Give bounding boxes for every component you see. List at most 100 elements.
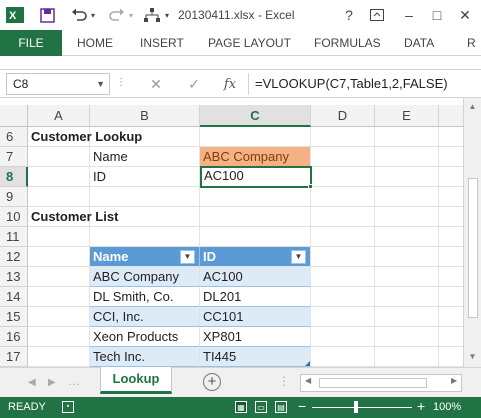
cell-c7[interactable]: ABC Company xyxy=(200,147,311,167)
formula-input[interactable]: =VLOOKUP(C7,Table1,2,FALSE) xyxy=(248,73,481,95)
zoom-slider-track[interactable] xyxy=(312,407,412,408)
previous-sheet-icon[interactable]: ◀ xyxy=(28,377,36,388)
redo-icon[interactable] xyxy=(106,5,128,25)
customize-qat-icon[interactable]: ▾ xyxy=(162,5,172,25)
table-cell-id[interactable]: CC101 xyxy=(200,307,311,327)
status-ready: READY xyxy=(8,401,46,413)
horizontal-scrollbar[interactable]: ◀ ▶ xyxy=(300,374,462,392)
minimize-button[interactable]: – xyxy=(398,4,420,26)
table-cell-id[interactable]: AC100 xyxy=(200,267,311,287)
row-header[interactable]: 6 xyxy=(0,127,28,147)
tab-page-layout[interactable]: PAGE LAYOUT xyxy=(208,36,291,50)
page-break-view-icon[interactable]: ▤ xyxy=(275,401,287,413)
tab-file[interactable]: FILE xyxy=(0,30,62,56)
zoom-in-icon[interactable]: + xyxy=(417,398,425,414)
column-header-b[interactable]: B xyxy=(90,105,200,127)
title-bar: X ▾ ▾ ▾ 20130411.xlsx - Excel ? – □ ✕ xyxy=(0,0,481,30)
macro-record-icon[interactable]: ▪ xyxy=(62,401,74,413)
vertical-scrollbar[interactable]: ▲ ▼ xyxy=(463,98,481,367)
tab-review[interactable]: R xyxy=(467,36,476,50)
zoom-out-icon[interactable]: − xyxy=(298,398,306,414)
cell-a6[interactable]: Customer Lookup xyxy=(28,127,228,147)
fill-handle[interactable] xyxy=(308,184,313,189)
page-layout-view-icon[interactable]: ▭ xyxy=(255,401,267,413)
select-all-button[interactable] xyxy=(0,105,28,127)
table-header-label: ID xyxy=(203,249,216,264)
cell-a10[interactable]: Customer List xyxy=(28,207,228,227)
name-box-dropdown-icon[interactable]: ▼ xyxy=(96,74,105,94)
sitemap-icon[interactable] xyxy=(142,5,162,25)
row-header[interactable]: 15 xyxy=(0,307,28,327)
collapsed-ribbon xyxy=(0,56,481,70)
zoom-level[interactable]: 100% xyxy=(433,401,461,413)
undo-dropdown-icon[interactable]: ▾ xyxy=(88,5,98,25)
more-sheets-icon[interactable]: … xyxy=(68,374,80,388)
zoom-slider-knob[interactable] xyxy=(354,401,358,413)
close-button[interactable]: ✕ xyxy=(454,4,476,26)
formula-bar: C8 ▼ ⋮ ✕ ✓ fx =VLOOKUP(C7,Table1,2,FALSE… xyxy=(0,70,481,98)
table-cell-name[interactable]: Tech Inc. xyxy=(90,347,200,367)
table-cell-id[interactable]: XP801 xyxy=(200,327,311,347)
worksheet-grid[interactable]: A B C D E 6 7 8 9 10 11 12 13 14 15 16 1… xyxy=(0,105,463,367)
restore-button[interactable]: □ xyxy=(426,4,448,26)
column-header-e[interactable]: E xyxy=(375,105,439,127)
row-header[interactable]: 8 xyxy=(0,167,28,187)
insert-function-icon[interactable]: fx xyxy=(220,75,240,93)
column-header-f[interactable] xyxy=(439,105,463,127)
tab-formulas[interactable]: FORMULAS xyxy=(314,36,381,50)
scroll-down-icon[interactable]: ▼ xyxy=(464,350,481,364)
cell-b8[interactable]: ID xyxy=(90,167,200,187)
name-box-value: C8 xyxy=(13,77,29,91)
formula-bar-grip-icon[interactable]: ⋮ xyxy=(116,78,126,88)
row-header[interactable]: 17 xyxy=(0,347,28,367)
filter-dropdown-icon[interactable]: ▼ xyxy=(180,250,195,264)
sheet-tab-bar: ◀ ▶ … Lookup + ⋮ ◀ ▶ xyxy=(0,367,481,397)
cancel-icon[interactable]: ✕ xyxy=(146,75,166,93)
row-header[interactable]: 16 xyxy=(0,327,28,347)
table-resize-handle-icon[interactable] xyxy=(305,361,310,366)
row-header[interactable]: 13 xyxy=(0,267,28,287)
column-header-c[interactable]: C xyxy=(200,105,311,127)
row-header[interactable]: 12 xyxy=(0,247,28,267)
tab-insert[interactable]: INSERT xyxy=(140,36,184,50)
table-cell-name[interactable]: DL Smith, Co. xyxy=(90,287,200,307)
cell-b7[interactable]: Name xyxy=(90,147,200,167)
row-header[interactable]: 11 xyxy=(0,227,28,247)
scroll-up-icon[interactable]: ▲ xyxy=(464,100,481,114)
redo-dropdown-icon[interactable]: ▾ xyxy=(126,5,136,25)
table-header-label: Name xyxy=(93,249,129,264)
tab-data[interactable]: DATA xyxy=(404,36,434,50)
row-header[interactable]: 14 xyxy=(0,287,28,307)
undo-icon[interactable] xyxy=(68,5,90,25)
sheet-tab-lookup[interactable]: Lookup xyxy=(100,367,172,394)
row-header[interactable]: 9 xyxy=(0,187,28,207)
help-button[interactable]: ? xyxy=(338,4,360,26)
save-icon[interactable] xyxy=(36,5,58,25)
row-header[interactable]: 7 xyxy=(0,147,28,167)
filter-dropdown-icon[interactable]: ▼ xyxy=(291,250,306,264)
scroll-right-icon[interactable]: ▶ xyxy=(451,376,457,385)
name-box[interactable]: C8 ▼ xyxy=(6,73,110,95)
svg-text:X: X xyxy=(9,10,17,22)
enter-icon[interactable]: ✓ xyxy=(184,75,204,93)
normal-view-icon[interactable]: ▦ xyxy=(235,401,247,413)
ribbon-display-icon[interactable] xyxy=(366,4,388,26)
new-sheet-button[interactable]: + xyxy=(203,373,221,391)
scroll-left-icon[interactable]: ◀ xyxy=(305,376,311,385)
table-cell-id[interactable]: DL201 xyxy=(200,287,311,307)
table-header-id[interactable]: ID ▼ xyxy=(200,247,311,267)
tab-home[interactable]: HOME xyxy=(77,36,113,50)
tab-split-grip-icon[interactable]: ⋮ xyxy=(278,374,290,388)
next-sheet-icon[interactable]: ▶ xyxy=(48,377,56,388)
horizontal-scroll-thumb[interactable] xyxy=(319,378,427,388)
table-header-name[interactable]: Name ▼ xyxy=(90,247,200,267)
table-cell-name[interactable]: Xeon Products xyxy=(90,327,200,347)
table-cell-name[interactable]: ABC Company xyxy=(90,267,200,287)
vertical-scroll-thumb[interactable] xyxy=(468,178,478,318)
column-header-d[interactable]: D xyxy=(311,105,375,127)
row-header[interactable]: 10 xyxy=(0,207,28,227)
cell-c8-selected[interactable]: AC100 xyxy=(200,166,312,188)
column-header-a[interactable]: A xyxy=(28,105,90,127)
table-cell-name[interactable]: CCI, Inc. xyxy=(90,307,200,327)
table-cell-id[interactable]: TI445 xyxy=(200,347,311,367)
